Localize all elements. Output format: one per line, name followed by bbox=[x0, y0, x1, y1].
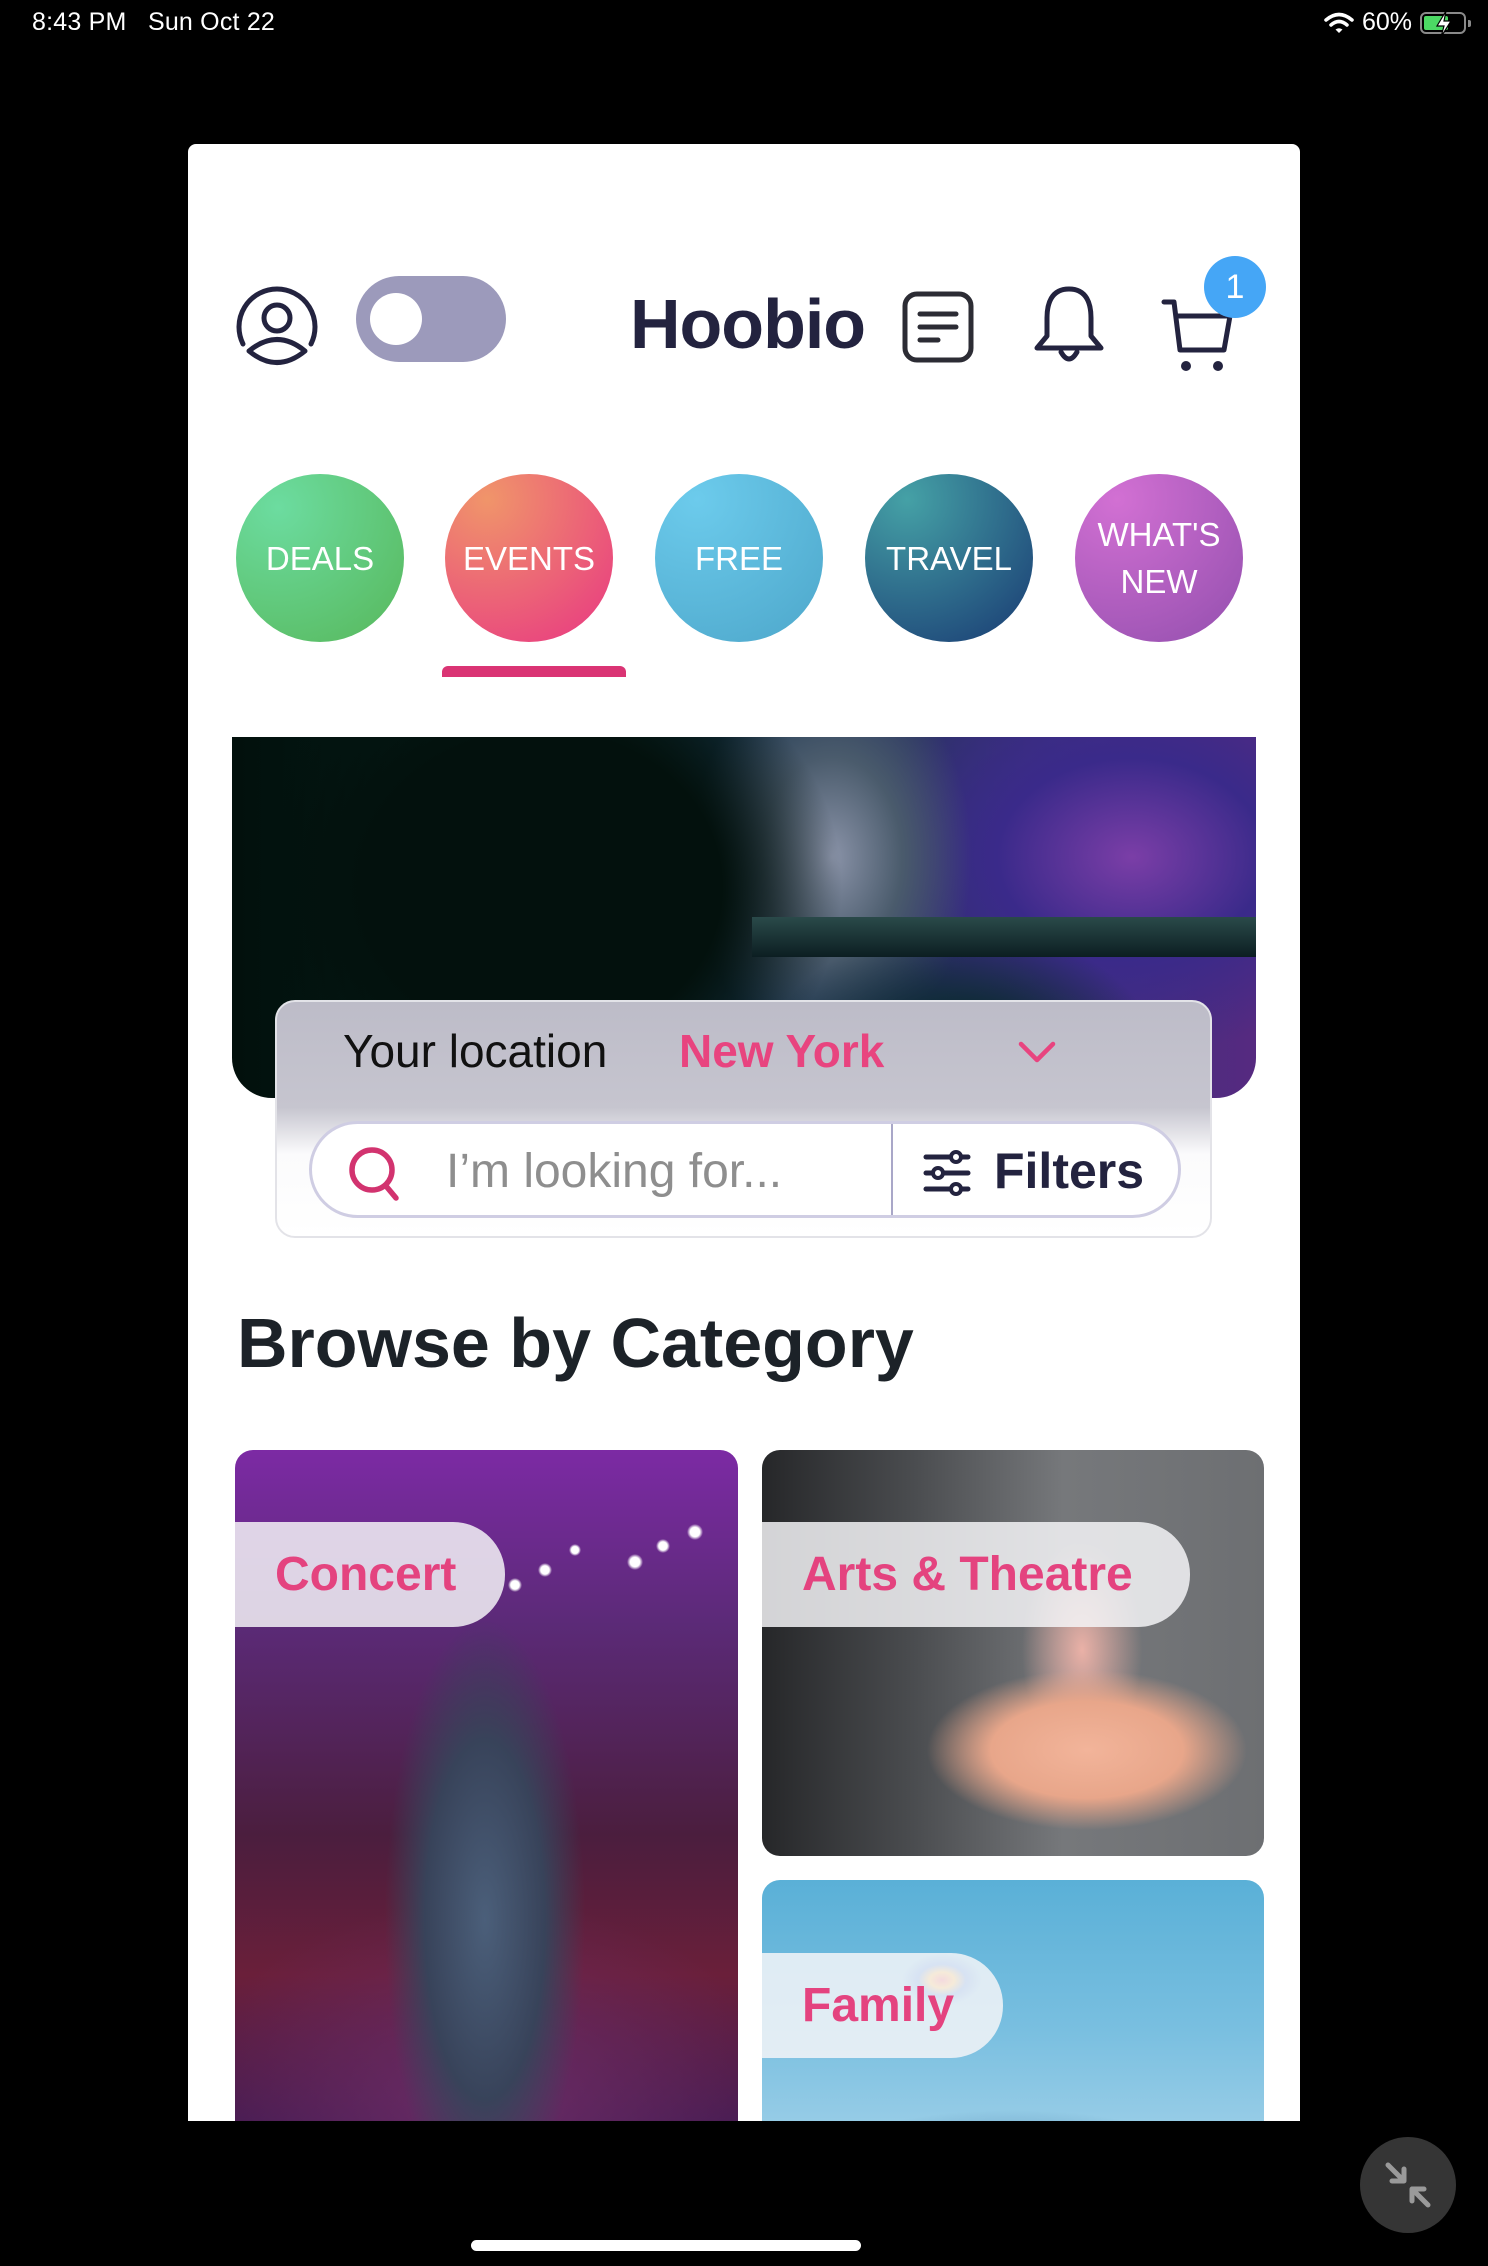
sliders-icon[interactable] bbox=[922, 1148, 972, 1198]
category-label: EVENTS bbox=[462, 539, 596, 577]
location-search-panel: Your location New York I’m looking for..… bbox=[275, 1000, 1212, 1238]
user-circle-icon[interactable] bbox=[233, 282, 321, 370]
category-tile-arts-theatre[interactable]: Arts & Theatre bbox=[762, 1450, 1264, 1856]
category-deals[interactable]: DEALS bbox=[236, 474, 404, 642]
tile-label: Arts & Theatre bbox=[762, 1522, 1190, 1627]
toggle-knob bbox=[370, 293, 422, 345]
category-whats-new[interactable]: WHAT'S NEW bbox=[1075, 474, 1243, 642]
category-label: TRAVEL bbox=[886, 539, 1012, 577]
dj-deck bbox=[752, 917, 1256, 957]
location-city-dropdown[interactable]: New York bbox=[679, 1024, 884, 1078]
document-lines-icon[interactable] bbox=[901, 290, 975, 364]
search-icon[interactable] bbox=[346, 1144, 404, 1202]
category-tile-concert[interactable]: Concert bbox=[235, 1450, 738, 2121]
category-free[interactable]: FREE bbox=[655, 474, 823, 642]
home-indicator[interactable] bbox=[471, 2240, 861, 2251]
tile-label: Concert bbox=[235, 1522, 505, 1627]
bell-icon[interactable] bbox=[1031, 284, 1107, 370]
chevron-down-icon[interactable] bbox=[1017, 1040, 1057, 1064]
search-input[interactable]: I’m looking for... bbox=[446, 1144, 782, 1199]
category-travel[interactable]: TRAVEL bbox=[865, 474, 1033, 642]
status-bar-right: 60% bbox=[1324, 8, 1471, 37]
category-tile-family[interactable]: Family bbox=[762, 1880, 1264, 2121]
status-date: Sun Oct 22 bbox=[147, 8, 276, 36]
filters-button[interactable]: Filters bbox=[994, 1142, 1144, 1200]
search-bar: I’m looking for... Filters bbox=[309, 1121, 1181, 1218]
app-title: Hoobio bbox=[630, 285, 866, 363]
battery-icon bbox=[1420, 10, 1471, 37]
category-label: WHAT'S NEW bbox=[1097, 516, 1221, 600]
battery-percent: 60% bbox=[1361, 8, 1412, 36]
location-label: Your location bbox=[343, 1025, 608, 1077]
app-window: Hoobio 1 DEALS EVENTS FREE TRAVEL WHAT'S… bbox=[188, 144, 1300, 2121]
arrows-collapse-icon bbox=[1385, 2162, 1431, 2208]
category-label: DEALS bbox=[265, 539, 375, 577]
category-label: FREE bbox=[694, 539, 783, 577]
mode-toggle[interactable] bbox=[356, 276, 506, 362]
active-tab-indicator bbox=[442, 666, 626, 677]
status-bar-time: 8:43 PM Sun Oct 22 bbox=[32, 8, 275, 37]
tile-label: Family bbox=[762, 1953, 1003, 2058]
status-time: 8:43 PM bbox=[32, 8, 127, 36]
cart-badge: 1 bbox=[1204, 256, 1266, 318]
minimize-button[interactable] bbox=[1360, 2137, 1456, 2233]
section-title: Browse by Category bbox=[237, 1304, 914, 1382]
category-events[interactable]: EVENTS bbox=[445, 474, 613, 642]
search-divider bbox=[891, 1124, 893, 1215]
wifi-icon bbox=[1324, 12, 1354, 33]
